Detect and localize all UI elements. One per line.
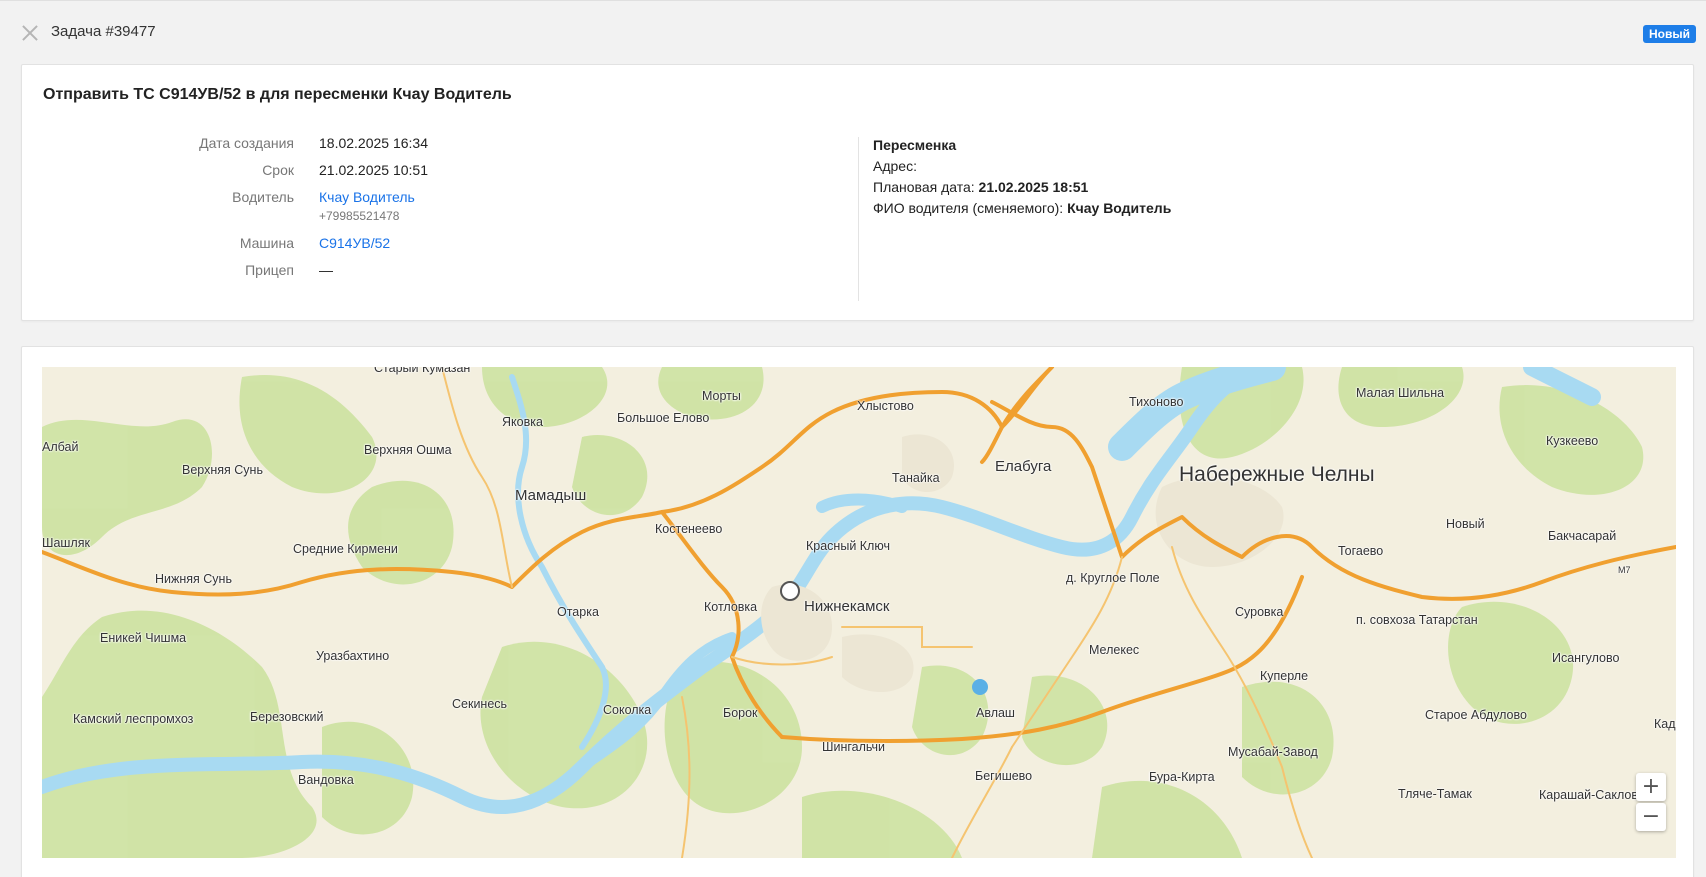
map-label: Суровка: [1235, 605, 1284, 619]
map-label: Яковка: [502, 415, 543, 429]
field-created: Дата создания 18.02.2025 16:34: [22, 135, 862, 157]
vehicle-link[interactable]: С914УВ/52: [319, 235, 390, 251]
details-title: Пересменка: [873, 137, 957, 153]
map-label: Хлыстово: [857, 399, 914, 413]
map-label: Авлаш: [976, 706, 1015, 720]
map-label: Кузкеево: [1546, 434, 1599, 448]
field-value: 18.02.2025 16:34: [319, 135, 428, 151]
map-label: Вандовка: [298, 773, 354, 787]
zoom-out-button[interactable]: −: [1636, 803, 1666, 831]
map-label: Набережные Челны: [1179, 463, 1375, 486]
field-label: Прицеп: [245, 262, 294, 278]
map-label: Большое Елово: [617, 411, 710, 425]
map-label: Морты: [702, 389, 741, 403]
map-label: Бура-Кирта: [1149, 770, 1215, 784]
field-value: —: [319, 262, 333, 278]
driver-value: Кчау Водитель: [1067, 200, 1172, 216]
map-label: Старое Абдулово: [1425, 708, 1527, 722]
map-label: Мусабай-Завод: [1228, 745, 1318, 759]
map-label: Бегишево: [975, 769, 1033, 783]
map-label: Верхняя Сунь: [182, 463, 263, 477]
task-heading: Отправить ТС С914УВ/52 в для пересменки …: [43, 86, 512, 103]
map-label: Бакчасарай: [1548, 529, 1617, 543]
map-label: Уразбахтино: [316, 649, 390, 663]
map-label: Нижнекамск: [804, 598, 890, 615]
field-trailer: Прицеп —: [22, 262, 862, 284]
field-label: Машина: [239, 235, 294, 251]
map-label: Котловка: [704, 600, 758, 614]
map-label: Отарка: [557, 605, 599, 619]
details-address: Адрес:: [873, 158, 1171, 179]
field-deadline: Срок 21.02.2025 10:51: [22, 162, 862, 184]
task-title: Задача #39477: [51, 23, 156, 40]
map-label: Тляче-Тамак: [1398, 787, 1472, 801]
details-driver: ФИО водителя (сменяемого): Кчау Водитель: [873, 200, 1171, 221]
map-label: Секинесь: [452, 697, 508, 711]
map-label: Мелекес: [1089, 643, 1140, 657]
field-label: Дата создания: [199, 135, 294, 151]
zoom-in-button[interactable]: +: [1636, 773, 1666, 801]
map-label: Средние Кирмени: [293, 542, 398, 556]
map-label: Нижняя Сунь: [155, 572, 232, 586]
map-label: Шашляк: [42, 536, 90, 550]
map-label: Соколка: [603, 703, 652, 717]
driver-phone: +79985521478: [319, 209, 400, 223]
map-label: Старый Кумазан: [374, 367, 471, 375]
map-label: Албай: [42, 440, 79, 454]
field-label: Водитель: [232, 189, 294, 205]
column-divider: [858, 137, 859, 301]
map-label: Верхняя Ошма: [364, 443, 452, 457]
address-label: Адрес:: [873, 158, 917, 174]
map-label: Березовский: [250, 710, 324, 724]
map-label: Еникей Чишма: [100, 631, 187, 645]
planned-date-value: 21.02.2025 18:51: [978, 179, 1089, 195]
map-card: Старый Кумазан Морты Хлыстово Тихоново М…: [21, 346, 1694, 877]
highway-label: М7: [1618, 565, 1631, 575]
map-label: Тихоново: [1129, 395, 1184, 409]
map-label: Камский леспромхоз: [73, 712, 194, 726]
map-label: Кадр: [1654, 717, 1676, 731]
map-label: Красный Ключ: [806, 539, 890, 553]
map-label: Куперле: [1260, 669, 1309, 683]
map-label: п. совхоза Татарстан: [1356, 613, 1478, 627]
map-label: Новый: [1446, 517, 1485, 531]
map-label: Карашай-Саклов: [1539, 788, 1639, 802]
field-vehicle: Машина С914УВ/52: [22, 235, 862, 257]
field-driver: Водитель Кчау Водитель +79985521478: [22, 189, 862, 229]
map-label: Исангулово: [1552, 651, 1620, 665]
map-label: Елабуга: [995, 458, 1052, 475]
map-label: Мамадыш: [515, 487, 587, 504]
map-label: Костенеево: [655, 522, 723, 536]
close-icon[interactable]: [20, 23, 40, 43]
planned-date-label: Плановая дата:: [873, 179, 975, 195]
map-label: Борок: [723, 706, 758, 720]
task-info-card: Отправить ТС С914УВ/52 в для пересменки …: [21, 64, 1694, 321]
task-header: Задача #39477 Новый: [0, 0, 1706, 62]
field-value: 21.02.2025 10:51: [319, 162, 428, 178]
map[interactable]: Старый Кумазан Морты Хлыстово Тихоново М…: [42, 367, 1676, 858]
status-badge: Новый: [1643, 25, 1696, 43]
map-label: Танайка: [892, 471, 940, 485]
driver-label: ФИО водителя (сменяемого):: [873, 200, 1064, 216]
shift-details: Пересменка Адрес: Плановая дата: 21.02.2…: [873, 137, 1171, 221]
map-label: Тогаево: [1338, 544, 1384, 558]
map-label: Малая Шильна: [1356, 386, 1445, 400]
map-label: Шингальчи: [822, 740, 886, 754]
details-planned-date: Плановая дата: 21.02.2025 18:51: [873, 179, 1171, 200]
map-label: д. Круглое Поле: [1066, 571, 1160, 585]
driver-link[interactable]: Кчау Водитель: [319, 189, 415, 205]
field-label: Срок: [262, 162, 294, 178]
